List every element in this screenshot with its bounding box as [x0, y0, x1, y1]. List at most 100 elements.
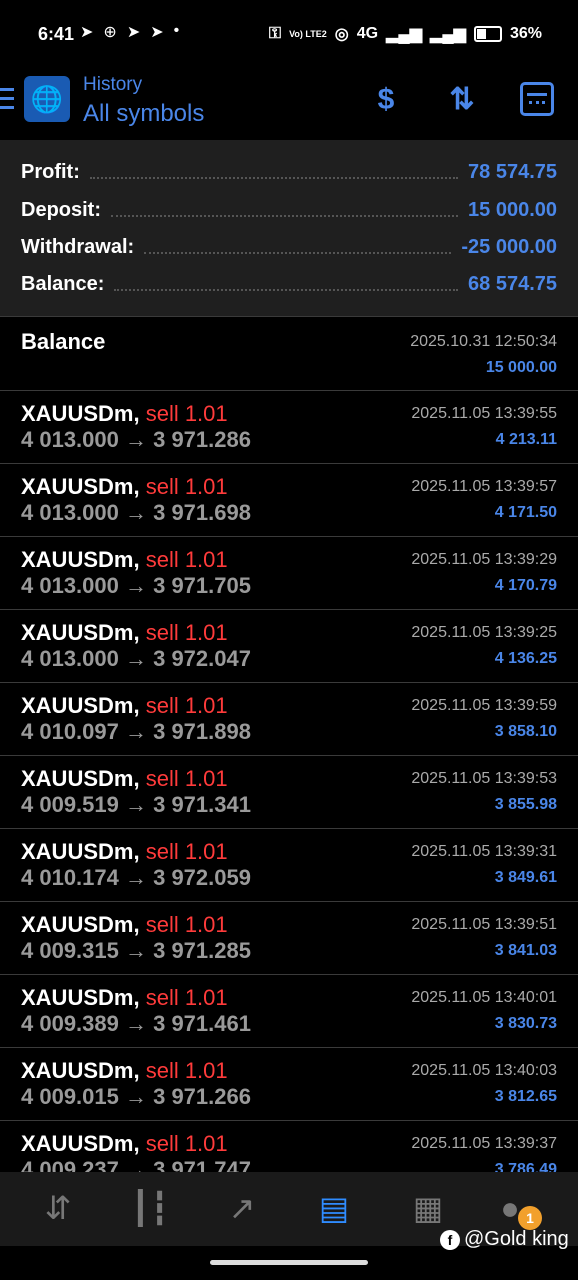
- currency-filter-icon[interactable]: $: [366, 80, 406, 120]
- network-type: 4G: [356, 25, 379, 42]
- trade-date: 2025.11.05 13:39:25: [411, 624, 557, 641]
- trade-side: sell 1.01: [145, 1131, 228, 1156]
- balance-entry-amount: 15 000.00: [485, 359, 557, 376]
- page-subtitle: History: [83, 74, 143, 95]
- trade-side: sell 1.01: [145, 766, 228, 791]
- trade-symbol: XAUUSDm, sell 1.01: [21, 401, 228, 426]
- signal-icon-2: ▂▄▆: [430, 26, 466, 43]
- deposit-value: 15 000.00: [468, 199, 557, 221]
- trade-side: sell 1.01: [145, 547, 228, 572]
- leader-dots: [89, 167, 459, 179]
- summary-withdrawal-row: Withdrawal: -25 000.00: [21, 229, 557, 266]
- trade-side: sell 1.01: [145, 1058, 228, 1083]
- trade-row[interactable]: XAUUSDm, sell 1.01 4 013.000 → 3 972.047…: [0, 610, 578, 683]
- trade-profit: 3 830.73: [494, 1015, 557, 1032]
- key-icon: ⚿: [268, 25, 282, 42]
- trade-profit: 4 170.79: [494, 577, 557, 594]
- history-icon[interactable]: ▤: [312, 1188, 356, 1228]
- trade-prices: 4 009.389 → 3 971.461: [21, 1011, 251, 1036]
- trade-profit: 4 171.50: [494, 504, 557, 521]
- trade-prices: 4 009.315 → 3 971.285: [21, 938, 251, 963]
- balance-entry[interactable]: Balance 2025.10.31 12:50:34 15 000.00: [0, 317, 578, 390]
- watermark: f @Gold king: [440, 1228, 569, 1251]
- trade-symbol: XAUUSDm, sell 1.01: [21, 547, 228, 572]
- trade-row[interactable]: XAUUSDm, sell 1.01 4 009.389 → 3 971.461…: [0, 975, 578, 1048]
- page-title[interactable]: All symbols: [83, 100, 204, 128]
- watermark-text: @Gold king: [464, 1228, 569, 1250]
- trade-profit: 3 841.03: [494, 942, 557, 959]
- trade-side: sell 1.01: [145, 839, 228, 864]
- leader-dots: [111, 205, 459, 217]
- trade-symbol: XAUUSDm, sell 1.01: [21, 1131, 228, 1156]
- trade-row[interactable]: XAUUSDm, sell 1.01 4 009.519 → 3 971.341…: [0, 756, 578, 829]
- battery-icon: [473, 26, 502, 42]
- menu-icon[interactable]: [0, 88, 14, 116]
- trade-prices: 4 013.000 → 3 971.286: [21, 427, 251, 452]
- trade-row[interactable]: XAUUSDm, sell 1.01 4 010.097 → 3 971.898…: [0, 683, 578, 756]
- notification-icons: ➤ ⊕ ➤ ➤ •: [80, 22, 179, 42]
- leader-dots: [144, 242, 452, 254]
- trade-symbol: XAUUSDm, sell 1.01: [21, 985, 228, 1010]
- trade-row[interactable]: XAUUSDm, sell 1.01 4 013.000 → 3 971.705…: [0, 537, 578, 610]
- balance-entry-date: 2025.10.31 12:50:34: [410, 333, 557, 350]
- trade-prices: 4 013.000 → 3 971.705: [21, 573, 251, 598]
- summary-profit-row: Profit: 78 574.75: [21, 154, 557, 191]
- calendar-icon[interactable]: [520, 82, 554, 116]
- balance-label: Balance:: [21, 273, 105, 295]
- trade-date: 2025.11.05 13:39:37: [411, 1135, 557, 1152]
- trade-row[interactable]: XAUUSDm, sell 1.01 4 013.000 → 3 971.698…: [0, 464, 578, 537]
- trade-profit: 3 812.65: [494, 1088, 557, 1105]
- trade-profit: 3 858.10: [494, 723, 557, 740]
- trade-profit: 3 849.61: [494, 869, 557, 886]
- battery-level: 36%: [509, 25, 542, 42]
- trade-row[interactable]: XAUUSDm, sell 1.01 4 009.315 → 3 971.285…: [0, 902, 578, 975]
- profit-label: Profit:: [21, 161, 80, 183]
- trade-side: sell 1.01: [145, 912, 228, 937]
- trade-prices: 4 010.174 → 3 972.059: [21, 865, 251, 890]
- trade-prices: 4 009.015 → 3 971.266: [21, 1084, 251, 1109]
- home-indicator[interactable]: [210, 1260, 368, 1265]
- trade-prices: 4 009.519 → 3 971.341: [21, 792, 251, 817]
- more-dot-icon: •: [173, 22, 180, 39]
- chart-icon[interactable]: ┃┇: [128, 1188, 172, 1228]
- telegram-icon-2: ➤: [126, 24, 141, 41]
- app-logo-icon: 🌐: [24, 76, 70, 122]
- trade-side: sell 1.01: [145, 474, 228, 499]
- news-icon[interactable]: ▦: [406, 1188, 450, 1228]
- balance-entry-title: Balance: [21, 329, 106, 354]
- withdrawal-label: Withdrawal:: [21, 236, 135, 258]
- withdrawal-value: -25 000.00: [461, 236, 557, 258]
- trade-prices: 4 013.000 → 3 972.047: [21, 646, 251, 671]
- trade-date: 2025.11.05 13:40:01: [411, 989, 557, 1006]
- summary-panel: Profit: 78 574.75 Deposit: 15 000.00 Wit…: [0, 140, 578, 316]
- sort-icon[interactable]: ⇅: [442, 80, 482, 120]
- trade-prices: 4 013.000 → 3 971.698: [21, 500, 251, 525]
- facebook-icon: f: [440, 1229, 460, 1250]
- trade-date: 2025.11.05 13:39:55: [411, 405, 557, 422]
- trade-row[interactable]: XAUUSDm, sell 1.01 4 013.000 → 3 971.286…: [0, 391, 578, 464]
- trade-profit: 3 855.98: [494, 796, 557, 813]
- app-bar: 🌐 History All symbols $ ⇅: [0, 68, 578, 140]
- system-icons: ⚿ Vo) LTE2 ◎ 4G ▂▄▆ ▂▄▆ 36%: [269, 24, 542, 44]
- trade-symbol: XAUUSDm, sell 1.01: [21, 912, 228, 937]
- hotspot-icon: ◎: [334, 26, 349, 43]
- trade-row[interactable]: XAUUSDm, sell 1.01 4 010.174 → 3 972.059…: [0, 829, 578, 902]
- trade-symbol: XAUUSDm, sell 1.01: [21, 693, 228, 718]
- trade-prices: 4 010.097 → 3 971.898: [21, 719, 251, 744]
- summary-balance-row: Balance: 68 574.75: [21, 266, 557, 303]
- trade-side: sell 1.01: [145, 693, 228, 718]
- app-notification-icon: ⊕: [103, 24, 117, 41]
- status-bar: 6:41 ➤ ⊕ ➤ ➤ • ⚿ Vo) LTE2 ◎ 4G ▂▄▆ ▂▄▆ 3…: [0, 0, 578, 68]
- telegram-icon: ➤: [80, 24, 94, 41]
- trade-symbol: XAUUSDm, sell 1.01: [21, 1058, 228, 1083]
- messages-badge: 1: [518, 1206, 542, 1230]
- trade-side: sell 1.01: [145, 620, 228, 645]
- trade-date: 2025.11.05 13:39:51: [411, 916, 557, 933]
- trade-symbol: XAUUSDm, sell 1.01: [21, 474, 228, 499]
- volte-label: Vo) LTE2: [289, 28, 327, 39]
- trade-side: sell 1.01: [145, 985, 228, 1010]
- signal-icon: ▂▄▆: [386, 26, 423, 43]
- trade-row[interactable]: XAUUSDm, sell 1.01 4 009.015 → 3 971.266…: [0, 1048, 578, 1121]
- trade-icon[interactable]: ↗: [220, 1188, 264, 1228]
- quotes-icon[interactable]: ⇵: [36, 1188, 80, 1228]
